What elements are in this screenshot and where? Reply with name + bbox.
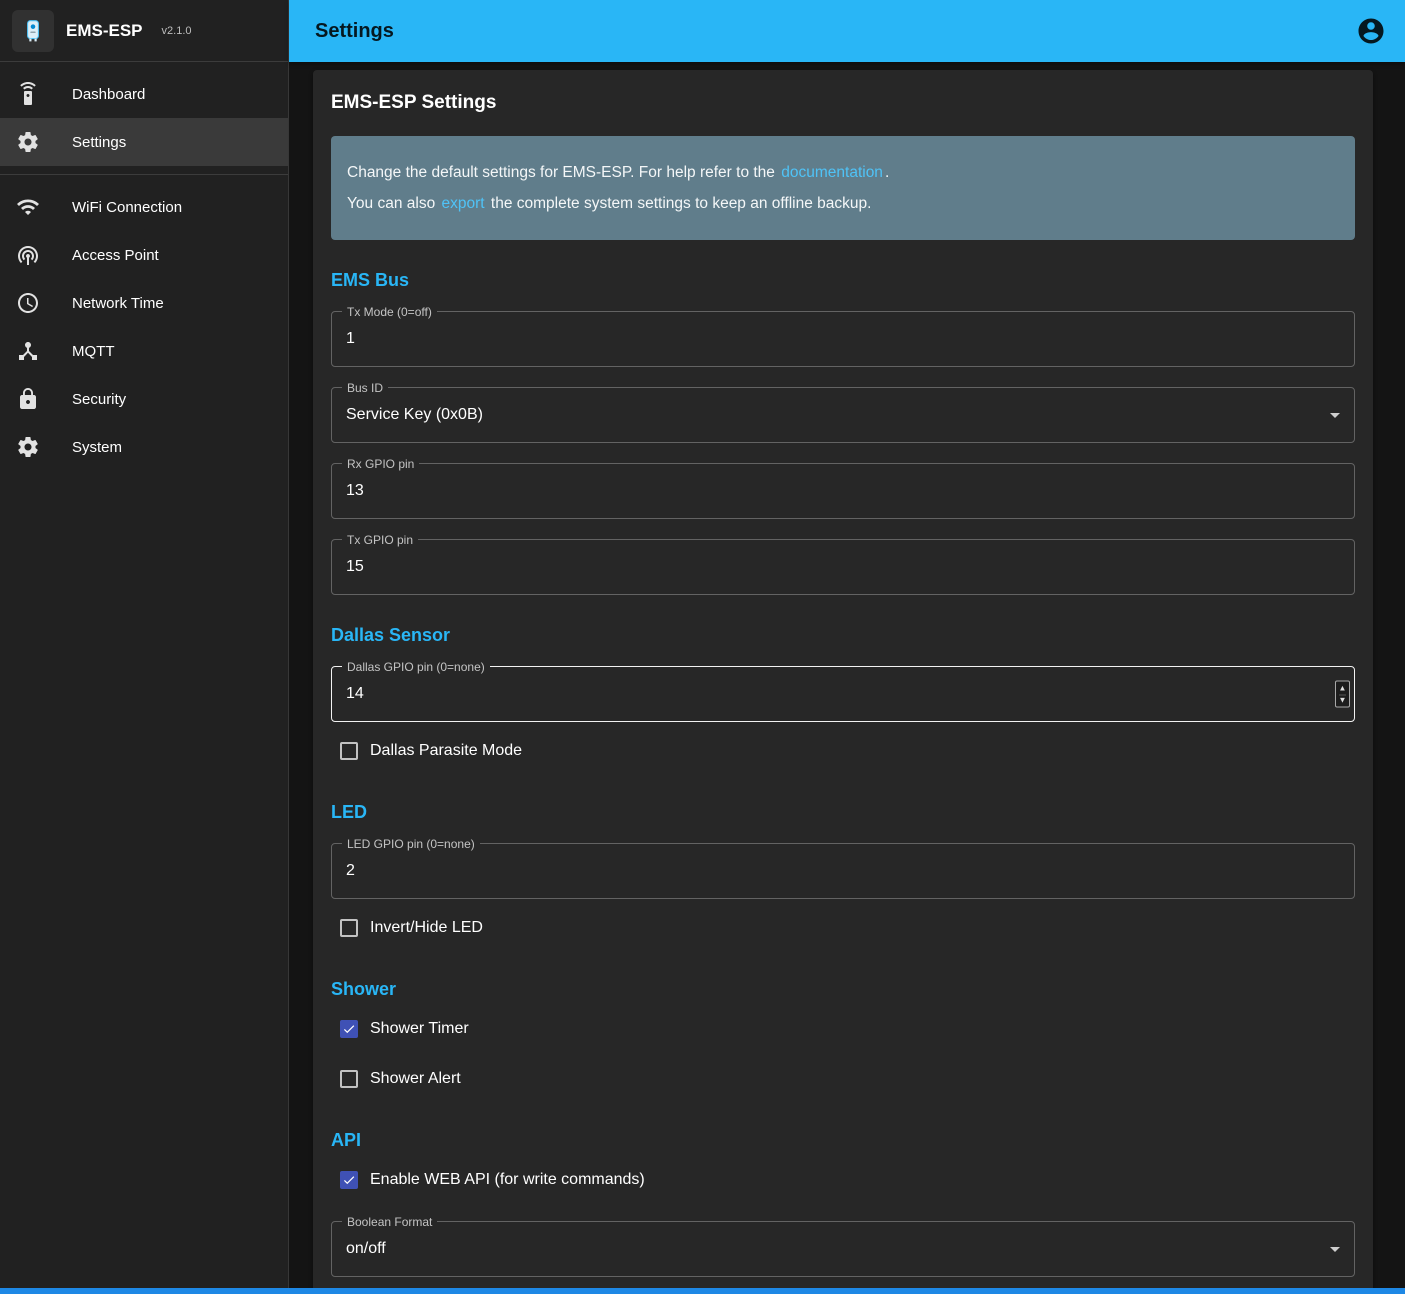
brand-header: EMS-ESP v2.1.0: [0, 0, 288, 62]
gear-icon: [16, 435, 40, 459]
section-title-led: LED: [331, 802, 1355, 823]
dallas-gpio-input[interactable]: [332, 667, 1354, 721]
tx-gpio-label: Tx GPIO pin: [342, 533, 418, 547]
spinner-up-icon[interactable]: ▲: [1339, 682, 1347, 694]
tx-mode-label: Tx Mode (0=off): [342, 305, 437, 319]
gear-icon: [16, 130, 40, 154]
sidebar-item-network-time[interactable]: Network Time: [0, 279, 288, 327]
settings-remote-icon: [16, 82, 40, 106]
number-spinner[interactable]: ▲▼: [1335, 681, 1350, 708]
appbar: Settings: [289, 0, 1405, 62]
sidebar-item-label: Access Point: [72, 247, 159, 264]
led-gpio-input[interactable]: [332, 844, 1354, 898]
lock-icon: [16, 387, 40, 411]
card-title: EMS-ESP Settings: [331, 92, 1355, 114]
sidebar-item-wifi-connection[interactable]: WiFi Connection: [0, 183, 288, 231]
brand-name: EMS-ESP: [66, 21, 143, 41]
divider: [0, 174, 288, 175]
checkbox-icon[interactable]: [340, 742, 358, 760]
page-title: Settings: [315, 20, 1351, 43]
bus-id-value: Service Key (0x0B): [332, 388, 1354, 442]
invert-led-label: Invert/Hide LED: [370, 919, 483, 937]
wifi-icon: [16, 195, 40, 219]
account-circle-icon[interactable]: [1351, 11, 1391, 51]
led-gpio-field: LED GPIO pin (0=none): [331, 843, 1355, 899]
section-title-dallas-sensor: Dallas Sensor: [331, 625, 1355, 646]
sidebar: EMS-ESP v2.1.0 Dashboard Settings: [0, 0, 289, 1294]
sidebar-item-mqtt[interactable]: MQTT: [0, 327, 288, 375]
tx-gpio-input[interactable]: [332, 540, 1354, 594]
sidebar-item-dashboard[interactable]: Dashboard: [0, 70, 288, 118]
dallas-parasite-label: Dallas Parasite Mode: [370, 742, 522, 760]
checkbox-icon[interactable]: [340, 1020, 358, 1038]
rx-gpio-field: Rx GPIO pin: [331, 463, 1355, 519]
sidebar-item-label: MQTT: [72, 343, 115, 360]
boolean-format-value: on/off: [332, 1222, 1354, 1276]
sidebar-item-label: Settings: [72, 134, 126, 151]
settings-card: EMS-ESP Settings Change the default sett…: [313, 70, 1373, 1294]
device-hub-icon: [16, 339, 40, 363]
sidebar-item-label: Dashboard: [72, 86, 145, 103]
sidebar-item-access-point[interactable]: Access Point: [0, 231, 288, 279]
info-text: the complete system settings to keep an …: [487, 195, 872, 212]
tx-mode-field: Tx Mode (0=off): [331, 311, 1355, 367]
clock-icon: [16, 291, 40, 315]
sidebar-item-label: Security: [72, 391, 126, 408]
dallas-gpio-field: Dallas GPIO pin (0=none) ▲▼: [331, 666, 1355, 722]
info-text: .: [885, 164, 889, 181]
boolean-format-label: Boolean Format: [342, 1215, 437, 1229]
dallas-parasite-row[interactable]: Dallas Parasite Mode: [331, 730, 1355, 772]
checkbox-icon[interactable]: [340, 1171, 358, 1189]
shower-timer-label: Shower Timer: [370, 1020, 469, 1038]
tx-mode-input[interactable]: [332, 312, 1354, 366]
settings-scroll-area[interactable]: EMS-ESP Settings Change the default sett…: [289, 62, 1405, 1294]
bus-id-label: Bus ID: [342, 381, 388, 395]
invert-led-row[interactable]: Invert/Hide LED: [331, 907, 1355, 949]
brand-version: v2.1.0: [162, 25, 192, 37]
content-column: Settings EMS-ESP Settings Change the def…: [289, 0, 1405, 1294]
section-title-ems-bus: EMS Bus: [331, 270, 1355, 291]
section-title-api: API: [331, 1130, 1355, 1151]
chevron-down-icon[interactable]: [1323, 1237, 1347, 1261]
bus-id-select[interactable]: Bus ID Service Key (0x0B): [331, 387, 1355, 443]
boiler-logo-icon: [12, 10, 54, 52]
section-title-shower: Shower: [331, 979, 1355, 1000]
info-text: You can also: [347, 195, 435, 212]
sidebar-item-settings[interactable]: Settings: [0, 118, 288, 166]
info-line-2: You can also export the complete system …: [347, 192, 1339, 215]
checkbox-icon[interactable]: [340, 1070, 358, 1088]
boolean-format-select[interactable]: Boolean Format on/off: [331, 1221, 1355, 1277]
documentation-link[interactable]: documentation: [779, 164, 885, 181]
info-banner: Change the default settings for EMS-ESP.…: [331, 136, 1355, 240]
dallas-gpio-label: Dallas GPIO pin (0=none): [342, 660, 490, 674]
shower-timer-row[interactable]: Shower Timer: [331, 1008, 1355, 1050]
bottom-bar: [0, 1288, 1405, 1294]
spinner-down-icon[interactable]: ▼: [1339, 694, 1347, 706]
shower-alert-row[interactable]: Shower Alert: [331, 1058, 1355, 1100]
shower-alert-label: Shower Alert: [370, 1070, 461, 1088]
sidebar-item-label: WiFi Connection: [72, 199, 182, 216]
led-gpio-label: LED GPIO pin (0=none): [342, 837, 480, 851]
export-link[interactable]: export: [440, 195, 487, 212]
rx-gpio-input[interactable]: [332, 464, 1354, 518]
sidebar-item-system[interactable]: System: [0, 423, 288, 471]
tx-gpio-field: Tx GPIO pin: [331, 539, 1355, 595]
info-text: Change the default settings for EMS-ESP.…: [347, 164, 775, 181]
sidebar-item-security[interactable]: Security: [0, 375, 288, 423]
wifi-tethering-icon: [16, 243, 40, 267]
enable-web-api-row[interactable]: Enable WEB API (for write commands): [331, 1159, 1355, 1201]
sidebar-item-label: System: [72, 439, 122, 456]
sidebar-nav: Dashboard Settings WiFi Connection A: [0, 62, 288, 479]
checkbox-icon[interactable]: [340, 919, 358, 937]
sidebar-item-label: Network Time: [72, 295, 164, 312]
info-line-1: Change the default settings for EMS-ESP.…: [347, 161, 1339, 184]
chevron-down-icon[interactable]: [1323, 403, 1347, 427]
enable-web-api-label: Enable WEB API (for write commands): [370, 1171, 645, 1189]
app-root: EMS-ESP v2.1.0 Dashboard Settings: [0, 0, 1405, 1294]
rx-gpio-label: Rx GPIO pin: [342, 457, 419, 471]
